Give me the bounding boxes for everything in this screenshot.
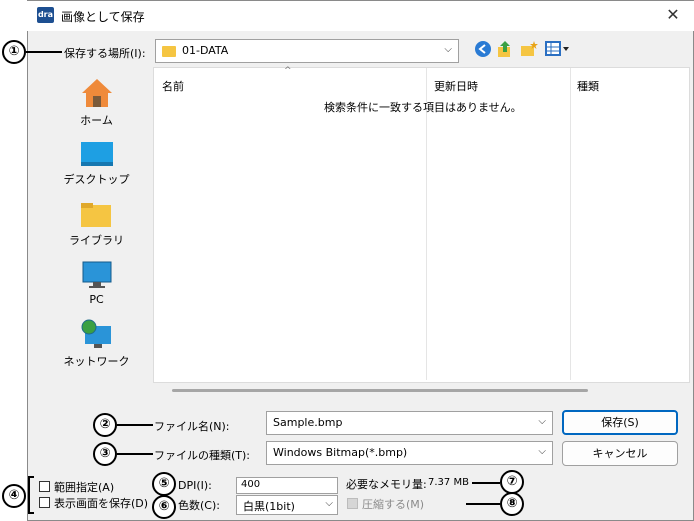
dpi-input[interactable]: 400 (236, 477, 338, 494)
place-desktop[interactable]: デスクトップ (45, 140, 148, 187)
callout-3-leader (117, 453, 153, 455)
filetype-value: Windows Bitmap(*.bmp) (273, 446, 408, 459)
memory-label: 必要なメモリ量: (346, 478, 427, 491)
cancel-button[interactable]: キャンセル (562, 441, 678, 466)
callout-1-leader (26, 51, 62, 53)
callout-8: ⑧ (500, 492, 524, 516)
new-folder-icon[interactable] (520, 40, 538, 58)
callout-7-leader (472, 482, 500, 484)
place-library[interactable]: ライブラリ (45, 201, 148, 248)
column-divider (570, 68, 571, 380)
compress-checkbox[interactable] (347, 498, 358, 509)
range-label: 範囲指定(A) (54, 481, 115, 494)
callout-4: ④ (2, 484, 26, 508)
place-pc[interactable]: PC (45, 260, 148, 306)
column-name[interactable]: 名前 (162, 78, 184, 94)
filename-value: Sample.bmp (273, 416, 343, 429)
library-icon (80, 203, 111, 227)
chevron-down-icon: ⌵ (538, 446, 546, 457)
pc-icon (82, 261, 111, 288)
desktop-icon (80, 142, 113, 166)
column-modified[interactable]: 更新日時 (434, 78, 478, 94)
place-library-label: ライブラリ (69, 234, 124, 247)
chevron-down-icon: ⌵ (444, 44, 452, 55)
callout-2-leader (117, 424, 153, 426)
sort-arrow-icon: ^ (284, 66, 292, 76)
colors-value: 白黒(1bit) (243, 500, 295, 513)
place-home-label: ホーム (80, 114, 113, 127)
callout-3: ③ (93, 442, 117, 466)
callout-1: ① (2, 40, 26, 64)
back-icon[interactable] (475, 41, 491, 57)
filename-combo[interactable]: Sample.bmp ⌵ (266, 411, 553, 435)
column-type[interactable]: 種類 (577, 78, 599, 94)
file-list[interactable]: ^ 名前 更新日時 種類 検索条件に一致する項目はありません。 (153, 66, 690, 383)
dpi-value: 400 (241, 479, 261, 490)
dpi-label: DPI(I): (178, 479, 212, 492)
horizontal-scrollbar[interactable] (172, 389, 588, 392)
place-network[interactable]: ネットワーク (45, 318, 148, 369)
dialog-title: 画像として保存 (61, 10, 145, 24)
place-network-label: ネットワーク (63, 355, 130, 368)
chevron-down-icon: ⌵ (538, 416, 546, 427)
folder-icon (162, 46, 176, 57)
home-icon (81, 79, 112, 107)
callout-4-bracket (28, 476, 34, 514)
save-button[interactable]: 保存(S) (562, 410, 678, 435)
app-icon: dra (37, 7, 54, 23)
colors-combo[interactable]: 白黒(1bit) ⌵ (236, 495, 338, 515)
view-menu-icon[interactable] (545, 40, 571, 58)
callout-6: ⑥ (152, 495, 176, 519)
chevron-down-icon: ⌵ (325, 498, 333, 509)
filetype-label: ファイルの種類(T): (154, 449, 251, 462)
network-icon (81, 319, 111, 348)
colors-label: 色数(C): (178, 499, 220, 512)
save-display-label: 表示画面を保存(D) (54, 497, 149, 510)
close-button[interactable]: ✕ (662, 5, 684, 25)
place-desktop-label: デスクトップ (63, 173, 130, 186)
place-pc-label: PC (89, 293, 104, 306)
place-home[interactable]: ホーム (45, 77, 148, 128)
callout-8-leader (466, 503, 500, 505)
filename-label: ファイル名(N): (154, 420, 230, 433)
callout-5: ⑤ (152, 472, 176, 496)
range-checkbox[interactable] (39, 481, 50, 492)
save-in-value: 01-DATA (182, 44, 229, 57)
save-in-combo[interactable]: 01-DATA ⌵ (155, 39, 459, 63)
memory-value: 7.37 MB (428, 477, 469, 488)
empty-message: 検索条件に一致する項目はありません。 (324, 101, 522, 114)
callout-2: ② (93, 413, 117, 437)
filetype-combo[interactable]: Windows Bitmap(*.bmp) ⌵ (266, 441, 553, 465)
up-folder-icon[interactable] (497, 40, 513, 58)
save-display-checkbox[interactable] (39, 497, 50, 508)
callout-7: ⑦ (500, 470, 524, 494)
compress-label: 圧縮する(M) (362, 498, 425, 511)
save-in-label: 保存する場所(I): (64, 47, 146, 60)
places-bar: ホーム デスクトップ ライブラリ PC ネットワーク (45, 67, 148, 383)
